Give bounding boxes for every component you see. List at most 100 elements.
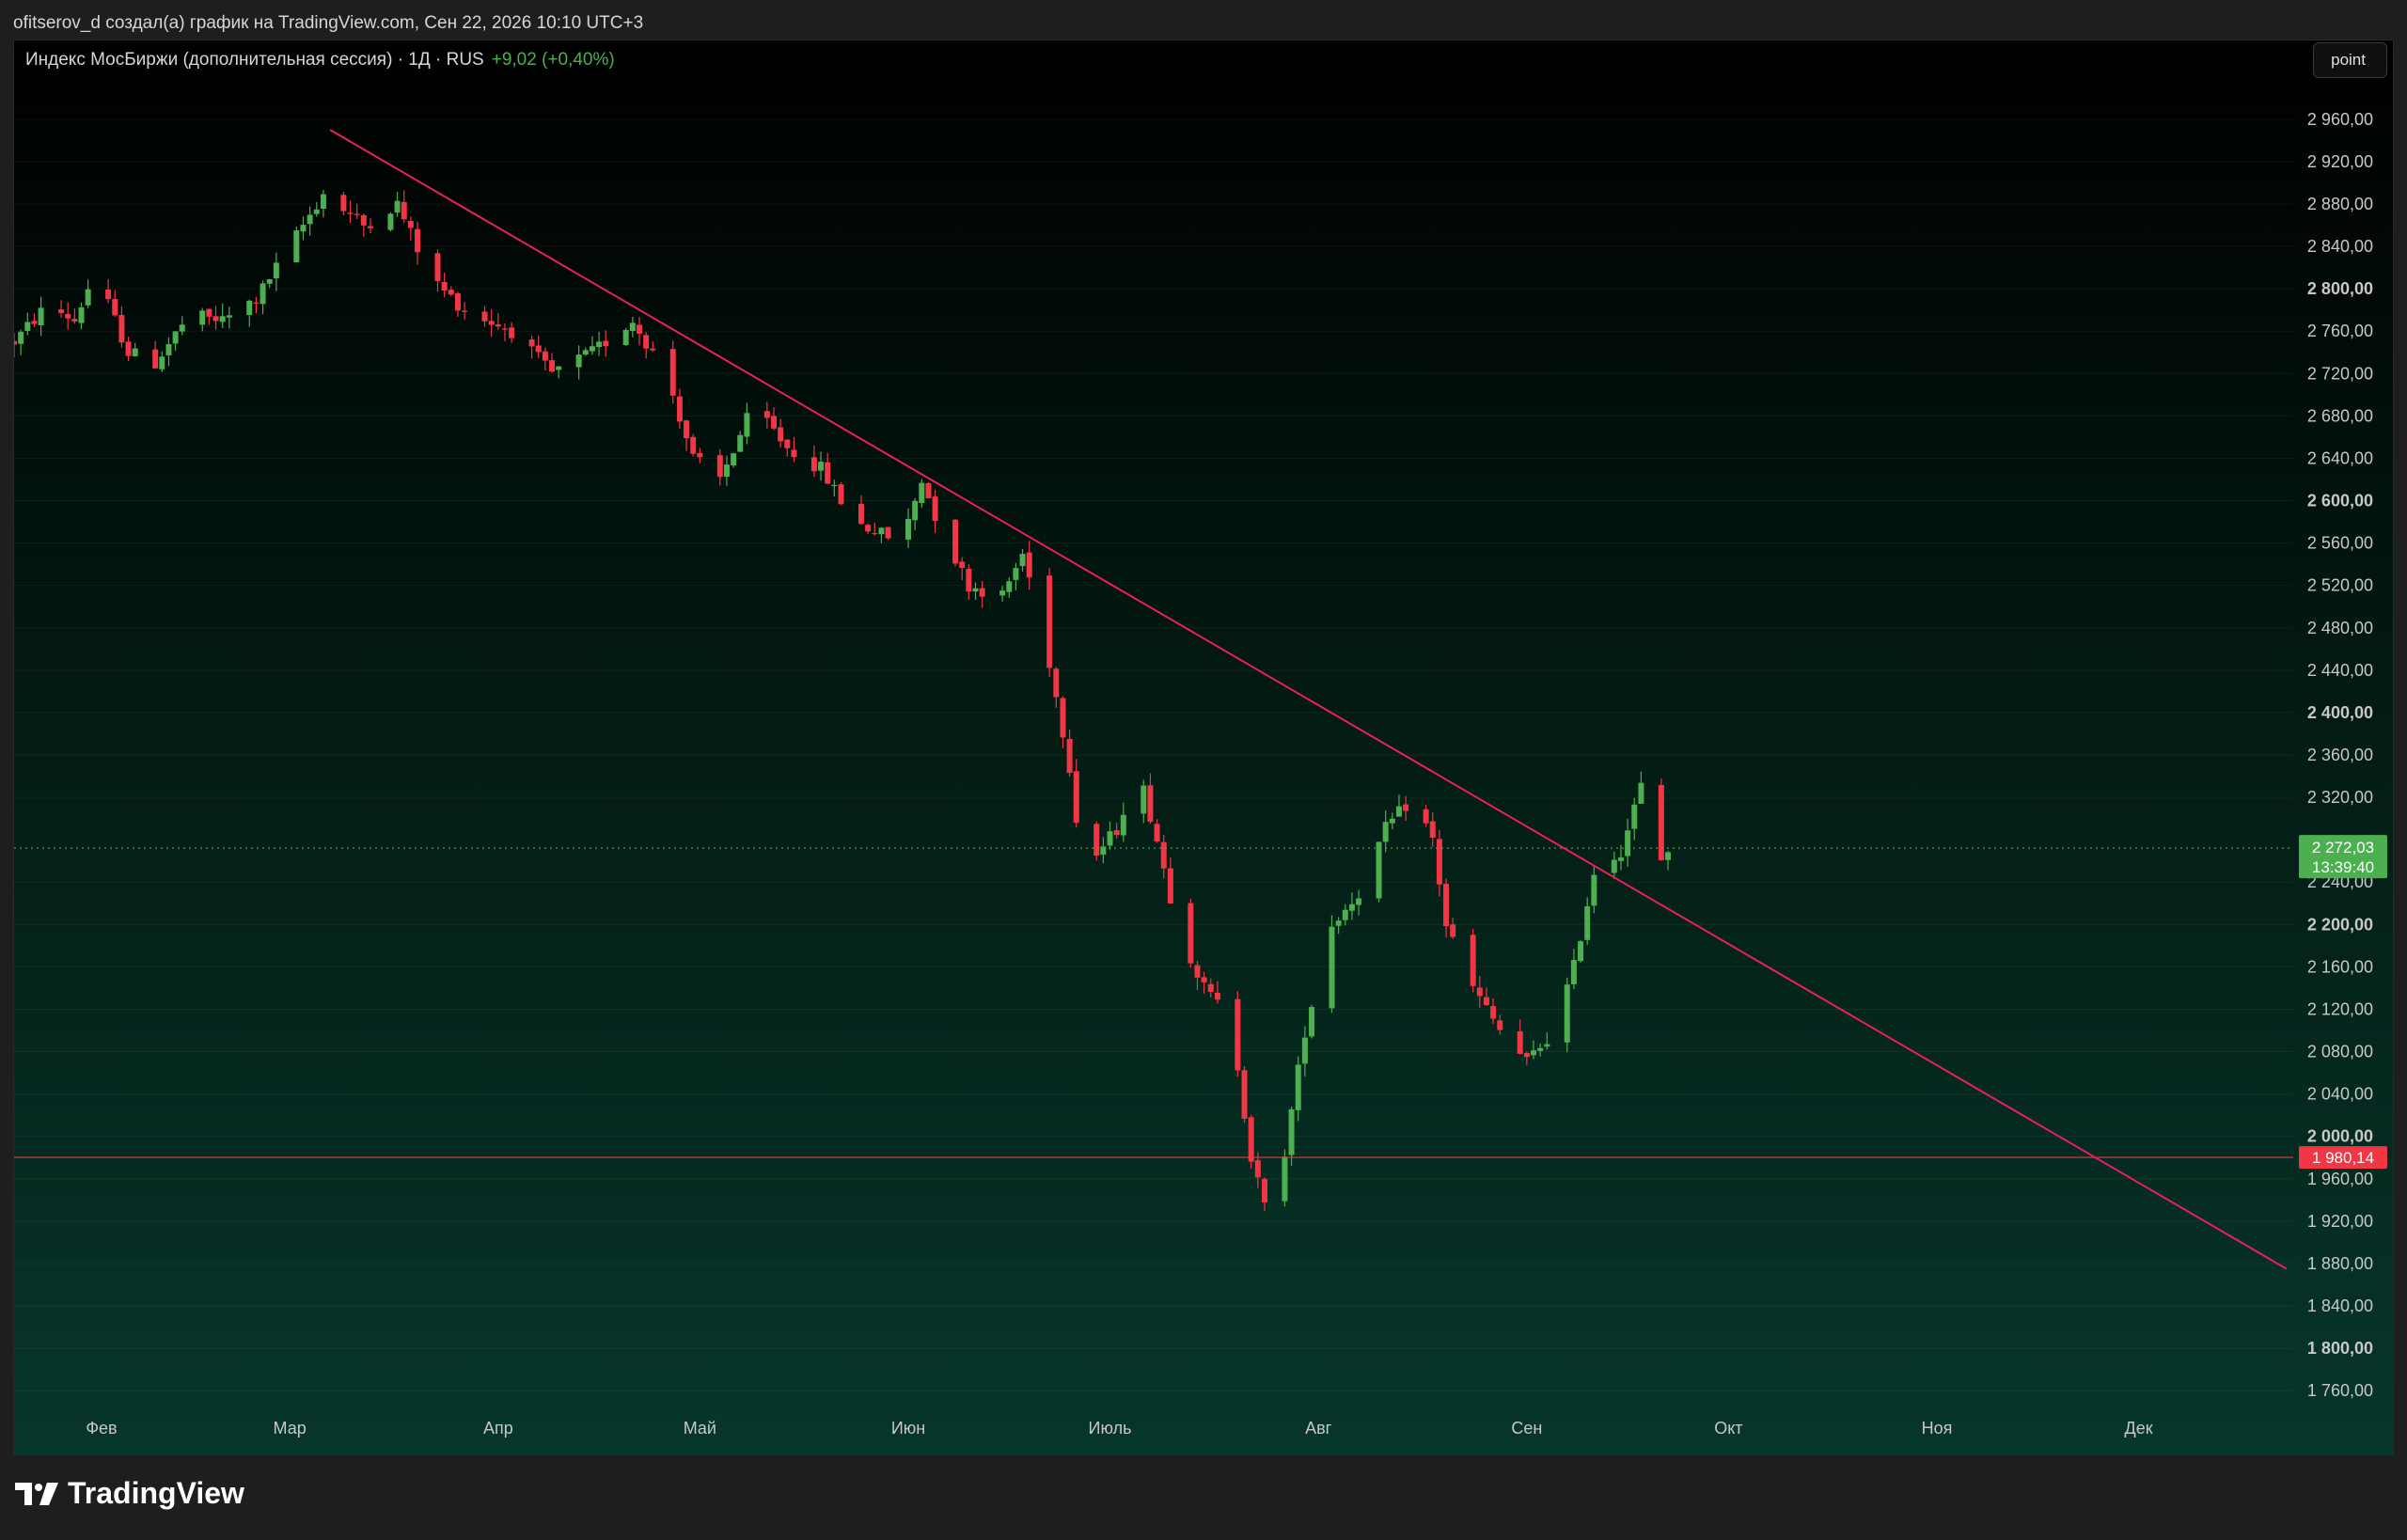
y-tick-label: 1 840,00: [2307, 1296, 2373, 1315]
candle-body: [690, 436, 697, 454]
y-tick-label: 2 600,00: [2307, 492, 2373, 511]
candle-body: [1329, 926, 1335, 1009]
candle-body: [622, 329, 629, 346]
candle-body: [1066, 738, 1073, 774]
candle-body: [1282, 1156, 1288, 1202]
x-tick-label: Июль: [1089, 1419, 1132, 1438]
candle-body: [1235, 998, 1241, 1071]
y-tick-label: 2 840,00: [2307, 237, 2373, 256]
candle-body: [1060, 698, 1066, 738]
candle-body: [1046, 575, 1053, 668]
candle-body: [999, 590, 1006, 596]
candle-body: [415, 228, 421, 253]
candle-body: [771, 416, 777, 429]
candle-body: [1154, 824, 1160, 842]
y-tick-label: 2 960,00: [2307, 110, 2373, 129]
candle-body: [778, 427, 784, 442]
candle-body: [912, 500, 919, 521]
chart-background: [14, 40, 2393, 1454]
candle-body: [1517, 1030, 1523, 1054]
candle-body: [838, 484, 844, 505]
candle-body: [462, 310, 468, 312]
y-tick-label: 2 360,00: [2307, 746, 2373, 764]
candle-body: [1470, 935, 1476, 986]
candle-body: [206, 308, 212, 317]
y-tick-label: 2 320,00: [2307, 788, 2373, 807]
candle-body: [172, 331, 179, 344]
x-tick-label: Мар: [274, 1419, 307, 1438]
candle-body: [1638, 782, 1644, 804]
chart-panel[interactable]: 2 960,00 2 920,00 2 880,00 2 840,00 2 800,00…: [13, 39, 2394, 1455]
candle-body: [132, 348, 138, 356]
candle-body: [85, 289, 91, 306]
price-change: +9,02 (+0,40%): [491, 50, 615, 70]
y-tick-label: 2 160,00: [2307, 957, 2373, 976]
candle-body: [246, 300, 253, 316]
x-tick-label: Фев: [86, 1419, 117, 1438]
candle-body: [1288, 1108, 1295, 1155]
x-tick-label: Май: [684, 1419, 716, 1438]
candle-body: [1382, 822, 1389, 842]
candle-body: [629, 322, 636, 332]
candle-body: [260, 283, 266, 305]
candle-body: [1207, 983, 1214, 992]
candle-body: [1389, 818, 1395, 824]
price-chart[interactable]: 2 960,00 2 920,00 2 880,00 2 840,00 2 800,00…: [14, 40, 2393, 1454]
candle-body: [112, 298, 118, 316]
candle-body: [872, 533, 878, 535]
candle-body: [1611, 859, 1617, 873]
candle-body: [313, 209, 320, 214]
x-tick-label: Сен: [1511, 1419, 1542, 1438]
candle-body: [636, 324, 642, 334]
candle-body: [273, 262, 279, 279]
candle-body: [1188, 903, 1194, 964]
candle-body: [118, 315, 125, 343]
y-tick-label: 2 400,00: [2307, 703, 2373, 722]
candle-body: [179, 324, 185, 332]
candle-body: [542, 351, 548, 361]
candle-body: [582, 350, 589, 355]
y-tick-label: 2 680,00: [2307, 406, 2373, 425]
candle-body: [1248, 1117, 1254, 1162]
candle-body: [716, 455, 723, 478]
candle-body: [394, 200, 401, 213]
candle-body: [199, 310, 206, 325]
y-tick-label: 2 040,00: [2307, 1085, 2373, 1104]
y-tick-label: 2 200,00: [2307, 915, 2373, 934]
x-tick-label: Окт: [1714, 1419, 1742, 1438]
candle-body: [784, 439, 791, 448]
candle-body: [434, 253, 441, 281]
candle-body: [1403, 804, 1409, 811]
candle-body: [831, 484, 838, 487]
candle-body: [1254, 1160, 1261, 1178]
y-tick-label: 2 560,00: [2307, 534, 2373, 553]
candle-body: [320, 194, 326, 210]
symbol-legend: Индекс МосБиржи (дополнительная сессия) …: [25, 50, 615, 71]
tradingview-logo: TradingView: [15, 1476, 244, 1511]
candle-body: [959, 561, 966, 569]
candle-body: [1531, 1050, 1536, 1056]
candle-body: [1261, 1178, 1267, 1202]
candle-body: [1476, 987, 1483, 997]
candle-body: [549, 360, 556, 372]
candle-body: [354, 213, 360, 215]
candle-body: [1013, 568, 1019, 580]
candle-body: [1544, 1044, 1550, 1047]
candle-body: [1214, 992, 1220, 1000]
candle-body: [165, 344, 172, 355]
candle-body: [407, 221, 414, 228]
candle-body: [1483, 997, 1489, 1006]
candle-body: [737, 434, 744, 452]
candle-body: [441, 281, 448, 291]
candle-body: [1309, 1007, 1315, 1037]
candle-body: [401, 201, 407, 220]
point-button[interactable]: point: [2313, 42, 2387, 78]
y-tick-label: 2 000,00: [2307, 1127, 2373, 1146]
x-tick-label: Июн: [891, 1419, 925, 1438]
candle-body: [1423, 809, 1429, 824]
candle-body: [596, 341, 603, 348]
candle-body: [509, 327, 515, 338]
candle-body: [878, 527, 885, 535]
candle-body: [1578, 941, 1584, 962]
candle-body: [1348, 904, 1355, 911]
